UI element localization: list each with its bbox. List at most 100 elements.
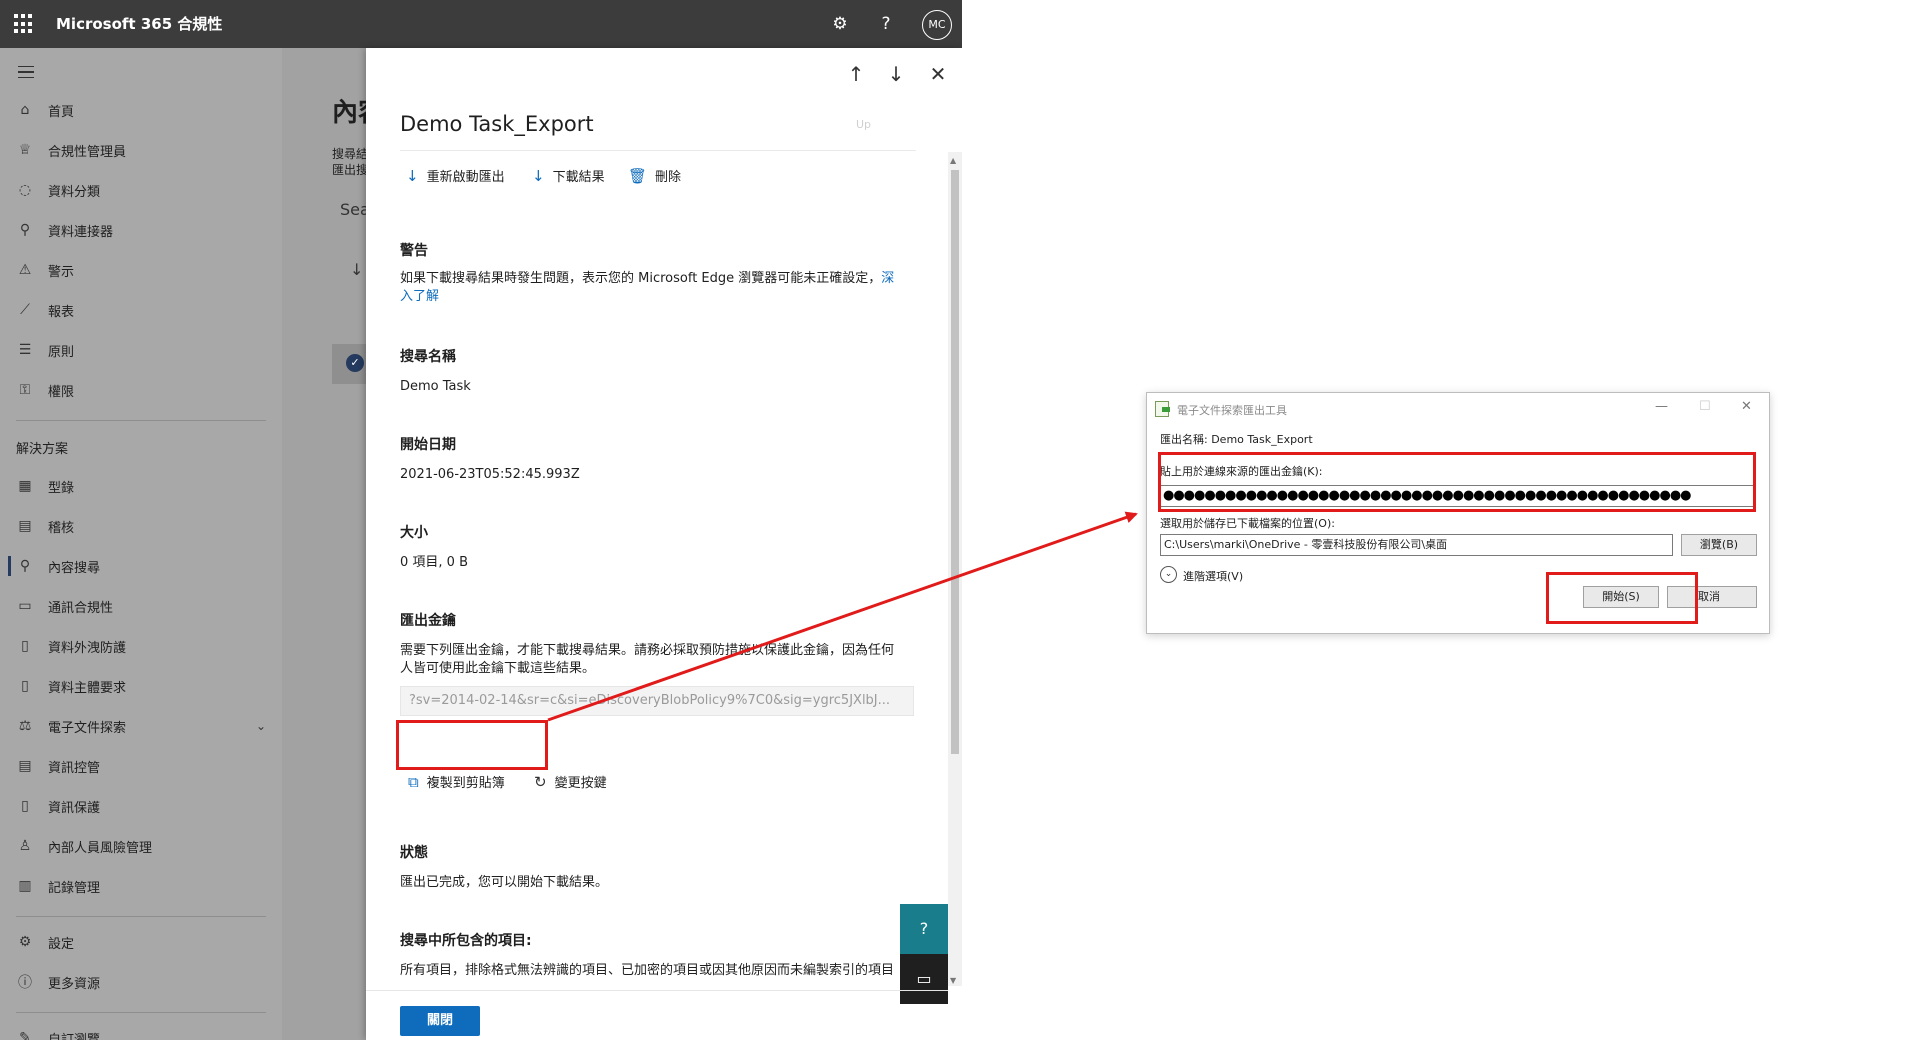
sidebar-item-label: 記錄管理 <box>48 880 101 896</box>
sidebar-item-audit[interactable]: ▤ 稽核 <box>0 510 282 542</box>
sidebar-item-label: 資料主體要求 <box>48 680 127 696</box>
delete-button[interactable]: 🗑 刪除 <box>628 166 681 186</box>
protection-icon: ▯ <box>21 798 29 814</box>
search-name-value: Demo Task <box>400 379 471 394</box>
sidebar-item-data-connectors[interactable]: ⚲ 資料連接器 <box>0 214 282 246</box>
dialog-title: 電子文件探索匯出工具 <box>1177 404 1287 417</box>
sidebar-item-label: 通訊合規性 <box>48 600 114 616</box>
sidebar: ⌂ 首頁 ♕ 合規性管理員 ◌ 資料分類 ⚲ 資料連接器 ⚠ 警示 ⟋ 報表 ☰ 原則 ⚿ 權限… <box>0 48 282 1040</box>
scroll-up-arrow-icon[interactable]: ▲ <box>950 156 956 165</box>
ediscovery-icon: ⚖ <box>18 718 32 734</box>
close-button[interactable]: 關閉 <box>400 1006 480 1036</box>
chevron-down-icon[interactable]: ⌄ <box>1160 566 1177 583</box>
export-key-field[interactable]: ?sv=2014-02-14&sr=c&si=eDiscoveryBlobPol… <box>400 686 914 716</box>
classification-icon: ◌ <box>18 182 32 198</box>
download-results-button[interactable]: ↓ 下載結果 <box>532 166 605 186</box>
screenshot-root: Microsoft 365 合規性 ⚙ ? MC ⌂ 首頁 ♕ 合規性管理員 ◌ 資料… <box>0 0 1912 1040</box>
feedback-chat-button[interactable]: ▭ <box>900 954 948 1004</box>
sidebar-item-label: 資訊保護 <box>48 800 101 816</box>
subject-request-icon: ▯ <box>21 678 29 694</box>
sidebar-item-label: 資料連接器 <box>48 224 114 240</box>
sidebar-item-subject-requests[interactable]: ▯ 資料主體要求 <box>0 670 282 702</box>
avatar[interactable]: MC <box>922 10 952 40</box>
arrow-up-icon[interactable]: ↑ <box>844 62 868 86</box>
sidebar-item-permissions[interactable]: ⚿ 權限 <box>0 374 282 406</box>
sidebar-item-label: 資料分類 <box>48 184 101 200</box>
location-input[interactable]: C:\Users\marki\OneDrive - 零壹科技股份有限公司\桌面 <box>1160 534 1673 556</box>
change-key-button[interactable]: ↻ 變更按鍵 <box>534 772 607 792</box>
start-date-value: 2021-06-23T05:52:45.993Z <box>400 467 580 482</box>
arrow-down-icon[interactable]: ↓ <box>884 62 908 86</box>
sidebar-item-compliance-manager[interactable]: ♕ 合規性管理員 <box>0 134 282 166</box>
advanced-options-toggle[interactable]: 進階選項(V) <box>1183 568 1243 584</box>
title-divider <box>400 150 916 151</box>
search-icon: ⚲ <box>19 558 31 574</box>
download-icon: ↓ <box>406 166 419 185</box>
sidebar-item-customize-nav[interactable]: ✎ 自訂瀏覽 <box>0 1022 282 1040</box>
restart-export-label: 重新啟動匯出 <box>426 170 505 185</box>
panel-scrollbar-thumb[interactable] <box>951 170 959 754</box>
copy-to-clipboard-button[interactable]: ⧉ 複製到剪貼簿 <box>408 772 505 792</box>
sidebar-item-insider-risk[interactable]: ♙ 內部人員風險管理 <box>0 830 282 862</box>
sidebar-item-records[interactable]: ▥ 記錄管理 <box>0 870 282 902</box>
info-icon: ⓘ <box>18 975 32 991</box>
audit-icon: ▤ <box>18 518 32 534</box>
help-question-button[interactable]: ? <box>900 904 948 954</box>
sidebar-item-policies[interactable]: ☰ 原則 <box>0 334 282 366</box>
help-icon[interactable]: ? <box>874 12 898 36</box>
status-title: 狀態 <box>400 845 428 861</box>
sidebar-item-more-resources[interactable]: ⓘ 更多資源 <box>0 966 282 998</box>
sidebar-item-home[interactable]: ⌂ 首頁 <box>0 94 282 126</box>
check-circle-icon[interactable]: ✓ <box>346 354 364 372</box>
browse-button[interactable]: 瀏覽(B) <box>1681 534 1757 556</box>
included-items-text: 所有項目，排除格式無法辨識的項目、已加密的項目或因其他原因而未編製索引的項目 <box>400 963 895 978</box>
sidebar-item-label: 型錄 <box>48 480 75 496</box>
chevron-down-icon[interactable]: ⌄ <box>256 719 266 733</box>
sidebar-divider <box>16 420 266 421</box>
download-icon[interactable]: ↓ <box>350 260 363 279</box>
sidebar-item-label: 內部人員風險管理 <box>48 840 153 856</box>
sidebar-item-dlp[interactable]: ▯ 資料外洩防護 <box>0 630 282 662</box>
close-icon[interactable]: ✕ <box>926 62 950 86</box>
sidebar-item-data-classification[interactable]: ◌ 資料分類 <box>0 174 282 206</box>
location-label: 選取用於儲存已下載檔案的位置(O): <box>1160 517 1335 530</box>
sidebar-item-label: 原則 <box>48 344 75 360</box>
included-items-title: 搜尋中所包含的項目: <box>400 933 532 949</box>
close-icon[interactable]: ✕ <box>1741 399 1752 414</box>
hamburger-icon[interactable] <box>18 66 34 78</box>
sidebar-item-label: 報表 <box>48 304 75 320</box>
communication-icon: ▭ <box>18 598 32 614</box>
key-icon: ⚿ <box>19 382 31 398</box>
sidebar-item-alerts[interactable]: ⚠ 警示 <box>0 254 282 286</box>
sidebar-item-label: 稽核 <box>48 520 75 536</box>
maximize-icon[interactable]: ☐ <box>1699 399 1711 414</box>
sidebar-item-reports[interactable]: ⟋ 報表 <box>0 294 282 326</box>
copy-button-highlight <box>396 720 548 770</box>
size-title: 大小 <box>400 525 428 541</box>
sidebar-item-settings[interactable]: ⚙ 設定 <box>0 926 282 958</box>
restart-export-button[interactable]: ↓ 重新啟動匯出 <box>406 166 505 186</box>
connector-icon: ⚲ <box>19 222 31 238</box>
export-key-description: 需要下列匯出金鑰，才能下載搜尋結果。請務必採取預防措施以保護此金鑰，因為任何人皆… <box>400 643 895 676</box>
minimize-icon[interactable]: — <box>1655 399 1668 414</box>
sidebar-item-catalog[interactable]: ▦ 型錄 <box>0 470 282 502</box>
warning-title: 警告 <box>400 243 428 259</box>
gear-icon: ⚙ <box>18 934 32 950</box>
sidebar-item-label: 權限 <box>48 384 75 400</box>
app-title[interactable]: Microsoft 365 合規性 <box>56 13 222 34</box>
size-value: 0 項目, 0 B <box>400 555 468 570</box>
sidebar-item-label: 資料外洩防護 <box>48 640 127 656</box>
scroll-down-arrow-icon[interactable]: ▼ <box>950 976 956 985</box>
sidebar-item-communication-compliance[interactable]: ▭ 通訊合規性 <box>0 590 282 622</box>
sidebar-item-info-governance[interactable]: ▤ 資訊控管 <box>0 750 282 782</box>
sidebar-item-ediscovery[interactable]: ⚖ 電子文件探索 ⌄ <box>0 710 282 742</box>
home-icon: ⌂ <box>20 102 30 118</box>
app-launcher-icon[interactable] <box>14 14 34 34</box>
settings-gear-icon[interactable]: ⚙ <box>828 12 852 36</box>
alert-icon: ⚠ <box>18 262 32 278</box>
records-icon: ▥ <box>18 878 32 894</box>
sidebar-item-info-protection[interactable]: ▯ 資訊保護 <box>0 790 282 822</box>
ghost-tooltip: Up <box>856 118 872 131</box>
insider-risk-icon: ♙ <box>18 838 32 854</box>
sidebar-item-content-search[interactable]: ⚲ 內容搜尋 <box>0 550 282 582</box>
